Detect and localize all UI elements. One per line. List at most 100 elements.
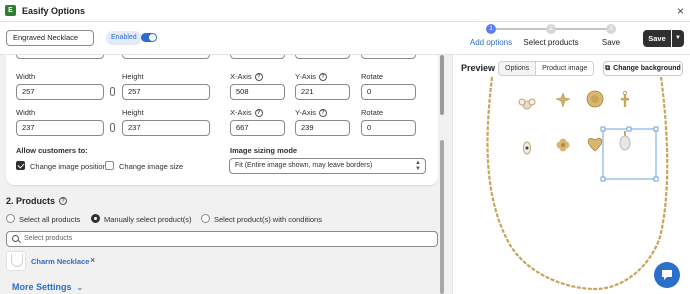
sizing-mode-select[interactable]: Fit (Entire image shown, may leave borde…	[229, 158, 426, 174]
charm-heart	[587, 138, 603, 152]
radio-conditions-products[interactable]	[201, 214, 210, 223]
y-axis-label: Y-Axis?	[295, 108, 327, 117]
partial-input[interactable]	[230, 55, 285, 59]
radio-manual-products-label[interactable]: Manually select product(s)	[104, 215, 192, 224]
radio-all-products[interactable]	[6, 214, 15, 223]
charm-bee	[518, 98, 536, 110]
products-title: 2. Products?	[6, 196, 68, 206]
chat-support-button[interactable]	[654, 262, 680, 288]
resize-handle	[653, 176, 659, 182]
y-axis-label: Y-Axis?	[295, 72, 327, 81]
partial-input[interactable]	[361, 55, 416, 59]
step-3-circle[interactable]: 3	[606, 24, 616, 34]
scrollbar-thumb[interactable]	[440, 55, 444, 115]
scrollbar-track[interactable]	[440, 140, 444, 294]
step-1-circle[interactable]: 1	[486, 24, 496, 34]
more-settings-toggle[interactable]: More Settings ⌄	[12, 282, 83, 292]
enabled-toggle[interactable]	[141, 33, 157, 42]
height-label: Height	[122, 108, 144, 117]
product-thumbnail	[6, 251, 26, 271]
x-axis-label: X-Axis?	[230, 108, 263, 117]
tab-options[interactable]: Options	[499, 62, 535, 75]
step-connector	[555, 28, 608, 30]
toolbar: Engraved Necklace Enabled 1 2 3 Add opti…	[0, 22, 690, 55]
step-2-circle[interactable]: 2	[546, 24, 556, 34]
step-1-label[interactable]: Add options	[470, 38, 512, 47]
y-axis-input[interactable]: 221	[295, 84, 350, 100]
resize-handle	[600, 176, 606, 182]
help-icon[interactable]: ?	[254, 72, 263, 81]
height-input[interactable]: 237	[122, 120, 210, 136]
change-position-checkbox[interactable]	[16, 161, 25, 170]
x-axis-input[interactable]: 667	[230, 120, 285, 136]
height-input[interactable]: 257	[122, 84, 210, 100]
close-icon[interactable]: ×	[677, 4, 684, 18]
status-badge: Enabled	[106, 31, 142, 45]
product-preview-canvas[interactable]	[455, 77, 689, 294]
help-icon[interactable]: ?	[318, 72, 327, 81]
step-3-label[interactable]: Save	[602, 38, 620, 47]
settings-pane: Width 257 Height 257 X-Axis? 508 Y-Axis?…	[0, 55, 447, 294]
search-icon	[12, 235, 19, 242]
rotate-input[interactable]: 0	[361, 120, 416, 136]
save-button[interactable]: Save	[643, 30, 671, 47]
charm-pearl	[619, 131, 631, 151]
partial-input[interactable]	[122, 55, 210, 59]
charm-medallion	[586, 90, 604, 108]
radio-manual-products[interactable]	[91, 214, 100, 223]
step-connector	[496, 28, 549, 30]
selection-box	[600, 126, 659, 182]
charm-flower	[556, 138, 570, 152]
width-input[interactable]: 257	[16, 84, 104, 100]
link-icon[interactable]	[110, 87, 115, 96]
product-name-link[interactable]: Charm Necklace	[31, 257, 89, 266]
app-logo: E	[5, 5, 16, 16]
charm-star	[555, 92, 571, 108]
charm-cross	[621, 90, 629, 107]
x-axis-label: X-Axis?	[230, 72, 263, 81]
radio-all-products-label[interactable]: Select all products	[19, 215, 80, 224]
resize-handle	[653, 126, 659, 132]
chat-icon	[662, 270, 672, 280]
preview-pane: Preview Options Product image ⧉ Change b…	[452, 55, 690, 294]
sizing-mode-value: Fit (Entire image shown, may leave borde…	[235, 162, 373, 169]
step-2-label[interactable]: Select products	[523, 38, 578, 47]
option-name-input[interactable]: Engraved Necklace	[6, 30, 94, 46]
select-chevron-icon: ▲ ▼	[415, 160, 421, 172]
image-settings-card: Width 257 Height 257 X-Axis? 508 Y-Axis?…	[6, 55, 438, 185]
change-size-checkbox[interactable]	[105, 161, 114, 170]
y-axis-input[interactable]: 239	[295, 120, 350, 136]
height-label: Height	[122, 72, 144, 81]
rotate-label: Rotate	[361, 108, 384, 117]
rotate-input[interactable]: 0	[361, 84, 416, 100]
app-title: Easify Options	[22, 5, 86, 16]
image-icon: ⧉	[605, 65, 611, 72]
necklace-chain	[486, 77, 669, 291]
help-icon[interactable]: ?	[254, 108, 263, 117]
preview-title: Preview	[461, 63, 496, 73]
change-background-button[interactable]: ⧉ Change background	[603, 61, 683, 76]
rotate-label: Rotate	[361, 72, 384, 81]
link-icon[interactable]	[110, 123, 115, 132]
change-position-label[interactable]: Change image position	[30, 162, 107, 171]
width-input[interactable]: 237	[16, 120, 104, 136]
search-placeholder: Select products	[24, 235, 73, 242]
remove-product-icon[interactable]: ×	[90, 255, 95, 265]
change-size-label[interactable]: Change image size	[119, 162, 183, 171]
partial-input[interactable]	[16, 55, 104, 59]
radio-conditions-products-label[interactable]: Select product(s) with conditions	[214, 215, 322, 224]
preview-tabs: Options Product image	[498, 61, 595, 76]
resize-handle	[626, 126, 632, 132]
save-options-chevron-icon[interactable]: ▼	[672, 30, 684, 47]
width-label: Width	[16, 108, 36, 117]
title-bar: E Easify Options ×	[0, 0, 690, 22]
x-axis-input[interactable]: 508	[230, 84, 285, 100]
product-search-input[interactable]: Select products	[6, 231, 438, 247]
chevron-down-icon: ⌄	[76, 282, 84, 292]
tab-product-image[interactable]: Product image	[535, 62, 594, 75]
help-icon[interactable]: ?	[318, 108, 327, 117]
partial-input[interactable]	[295, 55, 350, 59]
allow-customers-title: Allow customers to:	[16, 146, 88, 155]
help-icon[interactable]: ?	[59, 197, 68, 205]
resize-handle	[600, 126, 606, 132]
